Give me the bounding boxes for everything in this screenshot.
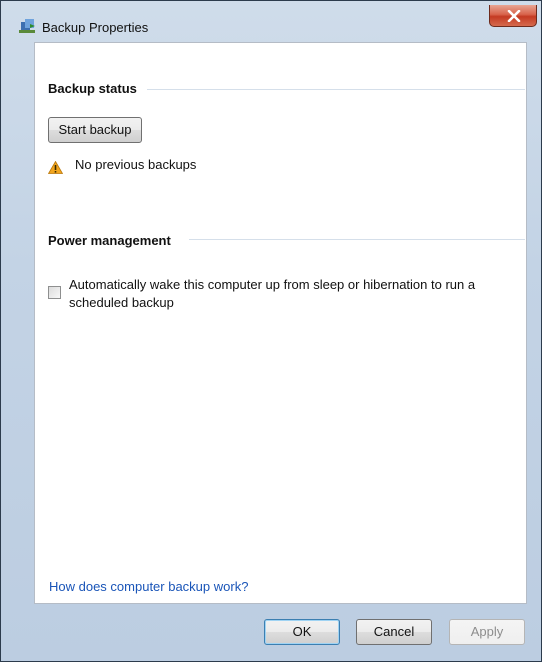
backup-help-link[interactable]: How does computer backup work? — [49, 579, 248, 594]
close-icon — [507, 10, 521, 22]
dialog-content: Backup status Start backup No previous b… — [34, 42, 527, 604]
warning-icon — [47, 160, 64, 177]
backup-status-text: No previous backups — [75, 157, 197, 172]
start-backup-button[interactable]: Start backup — [48, 117, 142, 143]
wake-computer-checkbox[interactable] — [48, 286, 61, 299]
ok-button[interactable]: OK — [264, 619, 340, 645]
window-title: Backup Properties — [42, 20, 149, 35]
cancel-button[interactable]: Cancel — [356, 619, 432, 645]
section-divider — [147, 89, 525, 90]
close-button[interactable] — [489, 5, 537, 27]
backup-properties-window: Backup Properties Backup status Start ba… — [0, 0, 542, 662]
apply-button[interactable]: Apply — [449, 619, 525, 645]
title-bar[interactable]: Backup Properties — [1, 1, 541, 37]
power-management-heading: Power management — [48, 233, 171, 248]
backup-app-icon — [19, 18, 37, 34]
section-divider — [189, 239, 525, 240]
wake-computer-label[interactable]: Automatically wake this computer up from… — [69, 276, 519, 312]
backup-status-heading: Backup status — [48, 81, 137, 96]
